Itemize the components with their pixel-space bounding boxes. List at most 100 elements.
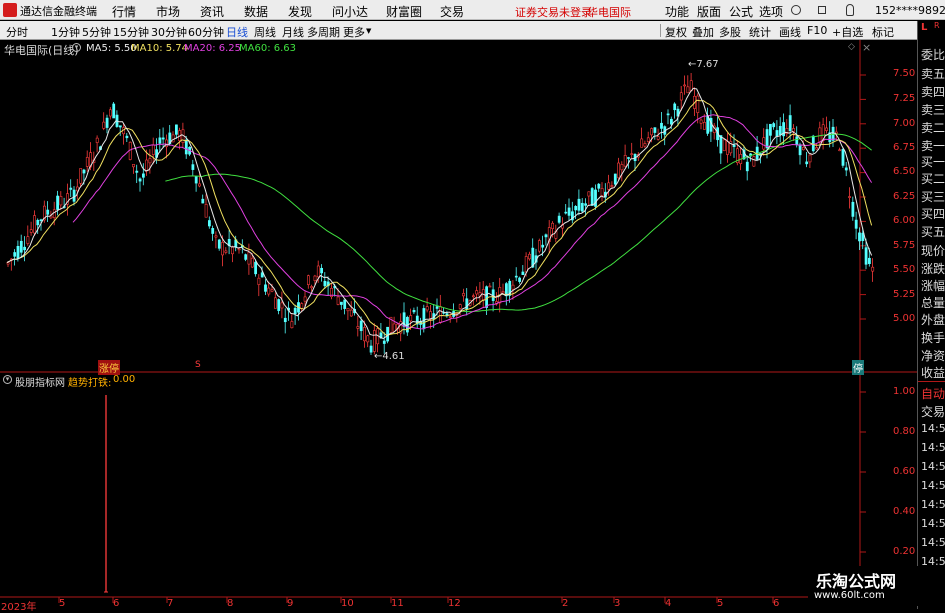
candle-body bbox=[653, 127, 657, 133]
sidebar-corner-l[interactable]: L bbox=[921, 22, 927, 33]
menu-options[interactable]: 选项 bbox=[759, 3, 783, 20]
candle-body bbox=[382, 340, 386, 344]
s-marker-tag[interactable]: S bbox=[195, 360, 201, 370]
sidebar-auto-button[interactable]: 自动 bbox=[921, 385, 945, 402]
overlay-button[interactable]: 叠加 bbox=[692, 24, 714, 40]
tab-period-more[interactable]: 更多 bbox=[343, 24, 365, 40]
suspended-tag[interactable]: 停 bbox=[852, 360, 864, 375]
candle-body bbox=[854, 219, 858, 229]
tab-period-multi[interactable]: 多周期 bbox=[307, 24, 340, 40]
candle-body bbox=[19, 240, 23, 253]
menu-news[interactable]: 资讯 bbox=[200, 3, 224, 20]
date-axis-label: 4 bbox=[665, 598, 672, 609]
tab-period-5min[interactable]: 5分钟 bbox=[82, 24, 111, 40]
candle-body bbox=[132, 164, 135, 168]
trade-time: 14:56 bbox=[921, 536, 945, 549]
candle-body bbox=[485, 286, 489, 308]
draw-line-button[interactable]: 画线 bbox=[779, 24, 801, 40]
kline-chart[interactable] bbox=[0, 40, 917, 609]
message-icon[interactable] bbox=[818, 6, 826, 14]
candle-body bbox=[765, 129, 769, 149]
menu-caifuquan[interactable]: 财富圈 bbox=[386, 3, 422, 20]
tab-period-15min[interactable]: 15分钟 bbox=[113, 24, 149, 40]
ma20-label: MA20: bbox=[184, 43, 216, 54]
price-tick-label: 6.75 bbox=[893, 142, 916, 153]
chart-collapse-icon[interactable]: ◇ bbox=[848, 42, 855, 52]
tab-period-timeshare[interactable]: 分时 bbox=[6, 24, 28, 40]
candle-body bbox=[386, 326, 390, 342]
notification-bell-icon[interactable] bbox=[846, 4, 854, 16]
more-dropdown-icon[interactable]: ▼ bbox=[366, 27, 371, 35]
candle-body bbox=[392, 323, 396, 332]
menu-wenxiaoda[interactable]: 问小达 bbox=[332, 3, 368, 20]
candle-body bbox=[161, 137, 165, 140]
candle-body bbox=[537, 240, 541, 252]
tab-period-weekly[interactable]: 周线 bbox=[254, 24, 276, 40]
candle-body bbox=[247, 252, 251, 265]
candle-body bbox=[277, 299, 281, 311]
candle-body bbox=[778, 125, 782, 136]
candle-body bbox=[217, 239, 221, 249]
candle-body bbox=[617, 162, 621, 179]
multi-stock-button[interactable]: 多股 bbox=[719, 24, 741, 40]
chart-settings-icon[interactable]: ▾ bbox=[72, 43, 81, 52]
indicator-tick-marks bbox=[860, 391, 866, 553]
candle-body bbox=[204, 203, 208, 218]
sidebar-item-volume: 总量 bbox=[921, 296, 945, 310]
candle-body bbox=[346, 308, 350, 312]
sidebar-corner-r[interactable]: R bbox=[934, 21, 940, 30]
ma20-legend: MA20: 6.25 bbox=[184, 43, 241, 54]
menu-market[interactable]: 市场 bbox=[156, 3, 180, 20]
sidebar-item-weibi: 委比 bbox=[921, 48, 945, 62]
app-logo-icon bbox=[3, 3, 17, 17]
fuquan-button[interactable]: 复权 bbox=[665, 24, 687, 40]
candle-body bbox=[818, 127, 822, 143]
candle-body bbox=[590, 188, 594, 206]
ma10-line bbox=[6, 99, 873, 336]
chart-close-icon[interactable]: × bbox=[862, 41, 871, 54]
f10-button[interactable]: F10 bbox=[807, 24, 827, 37]
candle-body bbox=[82, 169, 86, 174]
menu-layout[interactable]: 版面 bbox=[697, 3, 721, 20]
sidebar-divider bbox=[918, 381, 945, 382]
high-price-value: 7.67 bbox=[696, 59, 719, 70]
candle-body bbox=[349, 309, 353, 317]
candle-body bbox=[320, 267, 324, 274]
date-axis-label: 6 bbox=[113, 598, 120, 609]
tab-period-monthly[interactable]: 月线 bbox=[282, 24, 304, 40]
tab-period-daily[interactable]: 日线 bbox=[226, 24, 248, 40]
quote-sidebar: L R 委比 卖五 卖四 卖三 卖二 卖一 买一 买二 买三 买四 买五 现价 … bbox=[917, 21, 945, 609]
menu-discover[interactable]: 发现 bbox=[288, 3, 312, 20]
candle-body bbox=[808, 154, 812, 163]
candle-body bbox=[221, 241, 225, 256]
menu-quotes[interactable]: 行情 bbox=[112, 3, 136, 20]
tab-period-60min[interactable]: 60分钟 bbox=[188, 24, 224, 40]
sidebar-item-turnover: 换手 bbox=[921, 331, 945, 345]
menu-function[interactable]: 功能 bbox=[665, 3, 689, 20]
candle-body bbox=[656, 136, 660, 140]
sidebar-item-buy4: 买四 bbox=[921, 207, 945, 221]
candle-body bbox=[673, 103, 677, 111]
candle-body bbox=[501, 291, 505, 294]
current-stock-name: 华电国际 bbox=[587, 6, 631, 19]
candle-body bbox=[696, 95, 700, 113]
tab-period-30min[interactable]: 30分钟 bbox=[151, 24, 187, 40]
menu-trade[interactable]: 交易 bbox=[440, 3, 464, 20]
statistics-button[interactable]: 统计 bbox=[749, 24, 771, 40]
candle-body bbox=[475, 290, 479, 295]
limit-up-tag[interactable]: 涨停 bbox=[98, 360, 120, 375]
tab-period-1min[interactable]: 1分钟 bbox=[51, 24, 80, 40]
user-avatar-icon[interactable] bbox=[791, 5, 801, 15]
menu-formula[interactable]: 公式 bbox=[729, 3, 753, 20]
user-account[interactable]: 152****9892 bbox=[875, 4, 945, 17]
indicator-settings-icon[interactable]: ▾ bbox=[3, 375, 12, 384]
mark-button[interactable]: 标记 bbox=[872, 24, 894, 40]
add-watchlist-button[interactable]: +自选 bbox=[832, 24, 863, 40]
ma60-legend: MA60: 6.63 bbox=[239, 43, 296, 54]
price-tick-label: 6.25 bbox=[893, 191, 916, 202]
menu-data[interactable]: 数据 bbox=[244, 3, 268, 20]
candle-body bbox=[33, 215, 36, 234]
date-axis-label: 11 bbox=[391, 598, 404, 609]
trade-login-status[interactable]: 证券交易未登录 bbox=[515, 4, 592, 20]
candle-body bbox=[597, 183, 601, 189]
